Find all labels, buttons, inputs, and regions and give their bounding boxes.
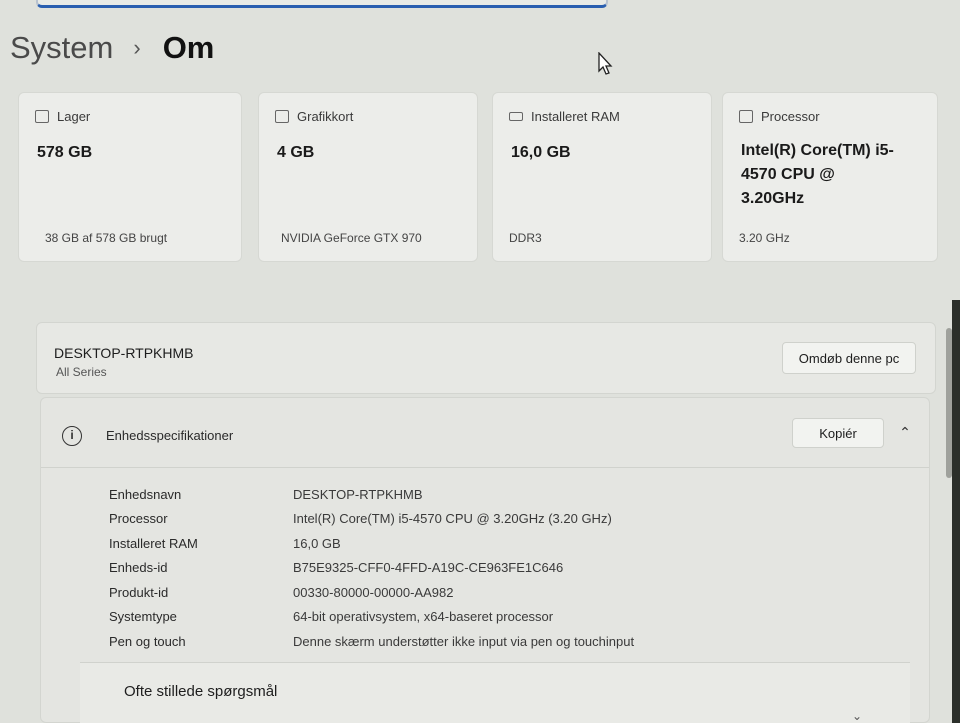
breadcrumb-parent[interactable]: System — [10, 26, 113, 70]
breadcrumb-separator: › — [133, 35, 141, 60]
device-name: DESKTOP-RTPKHMB — [54, 345, 194, 361]
graphics-card-icon — [275, 110, 289, 123]
chevron-up-icon[interactable]: ⌃ — [896, 423, 914, 441]
spec-row: Produkt-id 00330-80000-00000-AA982 — [109, 580, 634, 605]
storage-icon — [35, 110, 49, 123]
spec-row: Enhedsnavn DESKTOP-RTPKHMB — [109, 482, 634, 507]
copy-button[interactable]: Kopiér — [792, 418, 884, 448]
spec-label: Enheds-id — [109, 560, 168, 576]
spec-value: B75E9325-CFF0-4FFD-A19C-CE963FE1C646 — [293, 560, 564, 576]
spec-row: Processor Intel(R) Core(TM) i5-4570 CPU … — [109, 507, 634, 532]
card-value: 578 GB — [37, 144, 93, 161]
spec-value: 16,0 GB — [293, 535, 341, 551]
spec-label: Systemtype — [109, 609, 177, 625]
rename-pc-button[interactable]: Omdøb denne pc — [782, 342, 916, 374]
spec-label: Installeret RAM — [109, 535, 198, 551]
faq-section[interactable]: Ofte stillede spørgsmål ⌄ — [80, 662, 910, 723]
info-icon: i — [62, 426, 82, 446]
spec-value: Intel(R) Core(TM) i5-4570 CPU @ 3.20GHz … — [293, 511, 612, 527]
card-value: 16,0 GB — [511, 144, 571, 161]
breadcrumb: System › Om — [10, 26, 214, 70]
spec-label: Pen og touch — [109, 633, 186, 649]
spec-value: 00330-80000-00000-AA982 — [293, 584, 454, 600]
search-box-edge[interactable] — [36, 0, 608, 8]
chevron-down-icon[interactable]: ⌄ — [852, 709, 862, 723]
spec-label: Enhedsnavn — [109, 486, 182, 502]
screen-bezel — [952, 300, 960, 723]
ram-card[interactable]: Installeret RAM 16,0 GB DDR3 — [492, 92, 712, 262]
card-label: Lager — [57, 109, 91, 124]
card-label: Grafikkort — [297, 109, 354, 124]
card-label: Installeret RAM — [531, 109, 620, 124]
spec-value: DESKTOP-RTPKHMB — [293, 486, 423, 502]
card-value: 4 GB — [277, 144, 315, 161]
card-subtext: 38 GB af 578 GB brugt — [45, 231, 168, 245]
spec-row: Enheds-id B75E9325-CFF0-4FFD-A19C-CE963F… — [109, 556, 634, 581]
specifications-header[interactable]: i Enhedsspecifikationer Kopiér ⌃ — [41, 398, 929, 468]
card-value: Intel(R) Core(TM) i5-4570 CPU @ 3.20GHz — [741, 142, 894, 207]
specifications-list: Enhedsnavn DESKTOP-RTPKHMB Processor Int… — [109, 482, 634, 654]
graphics-card[interactable]: Grafikkort 4 GB NVIDIA GeForce GTX 970 — [258, 92, 478, 262]
mouse-cursor-icon — [598, 52, 613, 75]
card-subtext: 3.20 GHz — [739, 231, 790, 245]
specifications-title: Enhedsspecifikationer — [106, 428, 234, 443]
processor-icon — [739, 110, 753, 123]
spec-value: Denne skærm understøtter ikke input via … — [293, 633, 635, 649]
page-title: Om — [162, 30, 215, 65]
spec-row: Installeret RAM 16,0 GB — [109, 531, 634, 556]
spec-row: Pen og touch Denne skærm understøtter ik… — [109, 629, 634, 654]
device-model: All Series — [56, 365, 107, 379]
faq-title: Ofte stillede spørgsmål — [124, 683, 278, 700]
spec-label: Processor — [109, 511, 168, 527]
card-subtext: NVIDIA GeForce GTX 970 — [281, 231, 422, 245]
storage-card[interactable]: Lager 578 GB 38 GB af 578 GB brugt — [18, 92, 242, 262]
spec-row: Systemtype 64-bit operativsystem, x64-ba… — [109, 605, 634, 630]
card-subtext: DDR3 — [509, 231, 542, 245]
spec-label: Produkt-id — [109, 584, 169, 600]
spec-value: 64-bit operativsystem, x64-baseret proce… — [293, 609, 554, 625]
device-name-panel: DESKTOP-RTPKHMB All Series Omdøb denne p… — [36, 322, 936, 394]
processor-card[interactable]: Processor Intel(R) Core(TM) i5-4570 CPU … — [722, 92, 938, 262]
ram-icon — [509, 112, 523, 121]
card-label: Processor — [761, 109, 820, 124]
